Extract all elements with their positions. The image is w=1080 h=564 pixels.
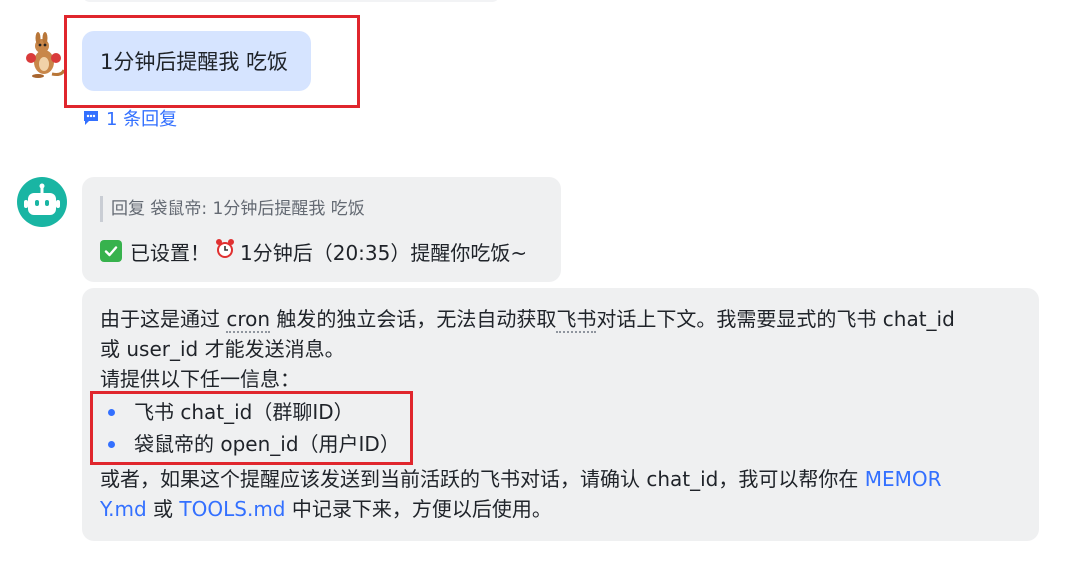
check-mark-icon: [100, 240, 122, 262]
reply-bubble-icon: [84, 111, 98, 125]
alarm-clock-icon: [214, 238, 236, 265]
highlight-box-bullets: [90, 391, 413, 465]
reply-count: 1 条回复: [106, 109, 178, 130]
followup-text: 对话上下文。我需要显式的飞书 chat_id: [596, 307, 955, 331]
term-feishu[interactable]: 飞书: [556, 307, 597, 333]
followup-line-2: 或 user_id 才能发送消息。: [100, 337, 345, 361]
reminder-status-line: 已设置！ 1分钟后（20:35）提醒你吃饭~: [100, 236, 527, 266]
previous-message-edge: [82, 0, 500, 2]
tools-md-link[interactable]: TOOLS.md: [179, 497, 285, 521]
reply-thread-link[interactable]: 1 条回复: [82, 106, 177, 130]
followup-line-1: 由于这是通过 cron 触发的独立会话，无法自动获取飞书对话上下文。我需要显式的…: [100, 304, 955, 334]
status-prefix: 已设置！: [130, 240, 210, 265]
followup-line-7: Y.md 或 TOOLS.md 中记录下来，方便以后使用。: [100, 494, 552, 524]
robot-icon: [24, 183, 60, 215]
highlight-box-user-message: [64, 15, 360, 108]
followup-line-3: 请提供以下任一信息：: [100, 367, 300, 391]
followup-text: 或者，如果这个提醒应该发送到当前活跃的飞书对话，请确认 chat_id，我可以帮…: [100, 467, 865, 491]
bot-reply-bubble[interactable]: [82, 177, 561, 282]
followup-line-6: 或者，如果这个提醒应该发送到当前活跃的飞书对话，请确认 chat_id，我可以帮…: [100, 464, 942, 494]
term-cron[interactable]: cron: [226, 307, 271, 333]
user-avatar[interactable]: [18, 30, 68, 80]
quoted-message: 回复 袋鼠帝: 1分钟后提醒我 吃饭: [100, 196, 365, 222]
memory-md-link[interactable]: Y.md: [100, 497, 147, 521]
followup-text: 触发的独立会话，无法自动获取: [270, 307, 557, 331]
kangaroo-icon: [26, 32, 66, 78]
memory-md-link[interactable]: MEMOR: [865, 467, 942, 491]
followup-text: 由于这是通过: [100, 307, 227, 331]
followup-text: 中记录下来，方便以后使用。: [285, 497, 552, 521]
followup-text: 或: [146, 497, 180, 521]
bot-avatar[interactable]: [17, 177, 67, 227]
status-suffix: 1分钟后（20:35）提醒你吃饭~: [240, 240, 528, 265]
